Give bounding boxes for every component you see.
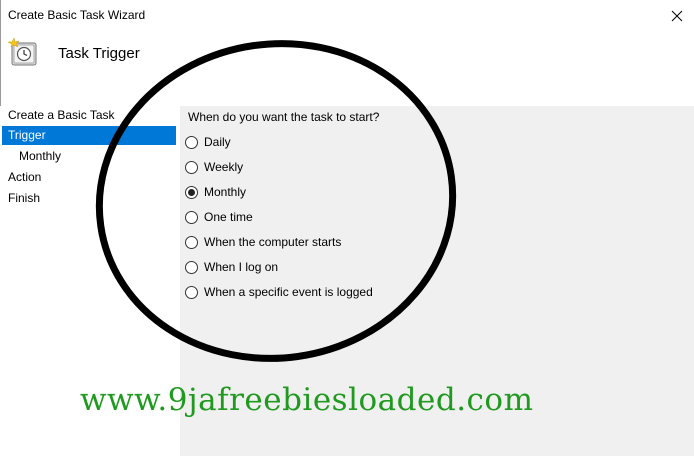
close-icon	[671, 10, 683, 21]
step-monthly[interactable]: Monthly	[0, 147, 61, 166]
close-button[interactable]	[660, 0, 694, 31]
radio-dot	[188, 188, 195, 196]
radio-label: Monthly	[204, 185, 247, 199]
step-trigger[interactable]: Trigger	[2, 126, 176, 145]
radio-label: When the computer starts	[204, 235, 342, 249]
step-create-basic-task[interactable]: Create a Basic Task	[0, 106, 115, 125]
radio-label: Daily	[204, 135, 231, 149]
title-bar: Create Basic Task Wizard	[0, 0, 694, 31]
radio-button[interactable]	[185, 160, 198, 174]
window-title: Create Basic Task Wizard	[8, 8, 146, 22]
step-action[interactable]: Action	[0, 168, 41, 187]
radio-weekly[interactable]: Weekly	[185, 158, 243, 176]
radio-button[interactable]	[185, 210, 198, 224]
radio-event-logged[interactable]: When a specific event is logged	[185, 283, 373, 301]
radio-button[interactable]	[185, 260, 198, 274]
radio-button[interactable]	[185, 285, 198, 299]
step-finish[interactable]: Finish	[0, 189, 40, 208]
radio-button[interactable]	[185, 135, 198, 149]
step-label: Trigger	[8, 128, 46, 142]
step-label: Finish	[8, 191, 41, 205]
trigger-question: When do you want the task to start?	[188, 110, 380, 124]
radio-label: When a specific event is logged	[204, 285, 373, 299]
radio-daily[interactable]: Daily	[185, 133, 231, 151]
wizard-header: Task Trigger	[0, 31, 694, 106]
radio-label: Weekly	[204, 160, 244, 174]
step-label: Create a Basic Task	[8, 108, 115, 122]
radio-label: One time	[204, 210, 253, 224]
radio-one-time[interactable]: One time	[185, 208, 253, 226]
radio-computer-starts[interactable]: When the computer starts	[185, 233, 341, 251]
page-title: Task Trigger	[58, 45, 140, 62]
radio-button-selected[interactable]	[185, 185, 198, 199]
step-label: Action	[8, 170, 42, 184]
clock-icon	[8, 37, 37, 66]
watermark-text: www.9jafreebiesloaded.com	[80, 382, 534, 418]
radio-button[interactable]	[185, 235, 198, 249]
radio-monthly[interactable]: Monthly	[185, 183, 246, 201]
radio-log-on[interactable]: When I log on	[185, 258, 278, 276]
step-label: Monthly	[19, 149, 62, 163]
radio-label: When I log on	[204, 260, 279, 274]
